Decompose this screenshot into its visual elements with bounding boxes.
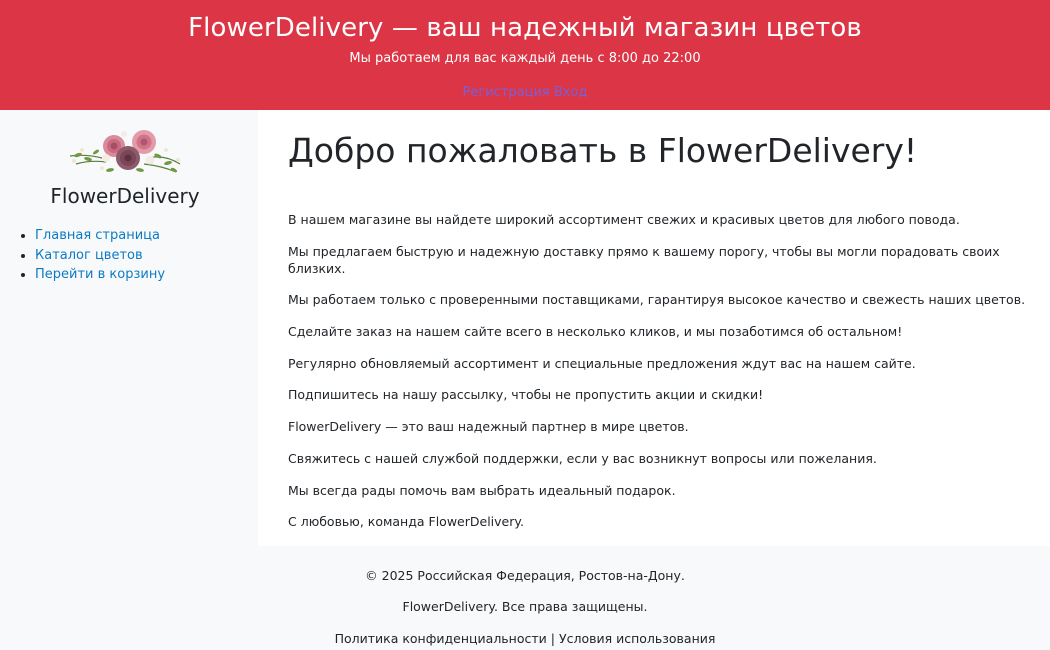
- sidebar: FlowerDelivery Главная страница Каталог …: [0, 110, 258, 546]
- paragraph: Мы всегда рады помочь вам выбрать идеаль…: [288, 482, 676, 498]
- footer-separator: |: [550, 631, 555, 646]
- paragraph: Мы предлагаем быструю и надежную доставк…: [288, 243, 1000, 276]
- sidebar-brand: FlowerDelivery: [50, 184, 200, 208]
- flower-bouquet-icon: [66, 128, 184, 178]
- paragraph: Свяжитесь с нашей службой поддержки, есл…: [288, 450, 877, 466]
- sidebar-item-cart: Перейти в корзину: [35, 265, 165, 285]
- welcome-text: В нашем магазине вы найдете широкий ассо…: [288, 211, 1028, 545]
- paragraph: FlowerDelivery — это ваш надежный партне…: [288, 419, 689, 435]
- footer-copyright: © 2025 Российская Федерация, Ростов-на-Д…: [365, 568, 685, 583]
- catalog-link[interactable]: Каталог цветов: [35, 248, 143, 263]
- footer-links: Политика конфиденциальности | Условия ис…: [0, 630, 1050, 647]
- auth-links: Регистрация Вход: [0, 85, 1050, 101]
- site-subtitle: Мы работаем для вас каждый день с 8:00 д…: [349, 51, 701, 66]
- login-link[interactable]: Вход: [554, 85, 588, 100]
- site-header: FlowerDelivery — ваш надежный магазин цв…: [0, 0, 1050, 110]
- sidebar-item-home: Главная страница: [35, 226, 165, 246]
- paragraph: Подпишитесь на нашу рассылку, чтобы не п…: [288, 387, 764, 403]
- register-link[interactable]: Регистрация: [463, 85, 550, 100]
- main-content: Добро пожаловать в FlowerDelivery! В наш…: [258, 110, 1050, 546]
- site-footer: © 2025 Российская Федерация, Ростов-на-Д…: [0, 546, 1050, 650]
- sidebar-item-catalog: Каталог цветов: [35, 246, 165, 266]
- paragraph: С любовью, команда FlowerDelivery.: [288, 514, 524, 530]
- home-link[interactable]: Главная страница: [35, 228, 160, 243]
- page-title: Добро пожаловать в FlowerDelivery!: [288, 131, 918, 170]
- paragraph: В нашем магазине вы найдете широкий ассо…: [288, 212, 960, 227]
- paragraph: Сделайте заказ на нашем сайте всего в не…: [288, 324, 903, 340]
- terms-of-use-link[interactable]: Условия использования: [559, 631, 715, 646]
- privacy-policy-link[interactable]: Политика конфиденциальности: [335, 631, 547, 646]
- paragraph: Регулярно обновляемый ассортимент и спец…: [288, 355, 916, 371]
- paragraph: Мы работаем только с проверенными постав…: [288, 292, 1026, 308]
- site-title: FlowerDelivery — ваш надежный магазин цв…: [188, 13, 862, 43]
- cart-link[interactable]: Перейти в корзину: [35, 267, 165, 282]
- sidebar-nav: Главная страница Каталог цветов Перейти …: [16, 226, 165, 285]
- footer-rights: FlowerDelivery. Все права защищены.: [402, 599, 648, 614]
